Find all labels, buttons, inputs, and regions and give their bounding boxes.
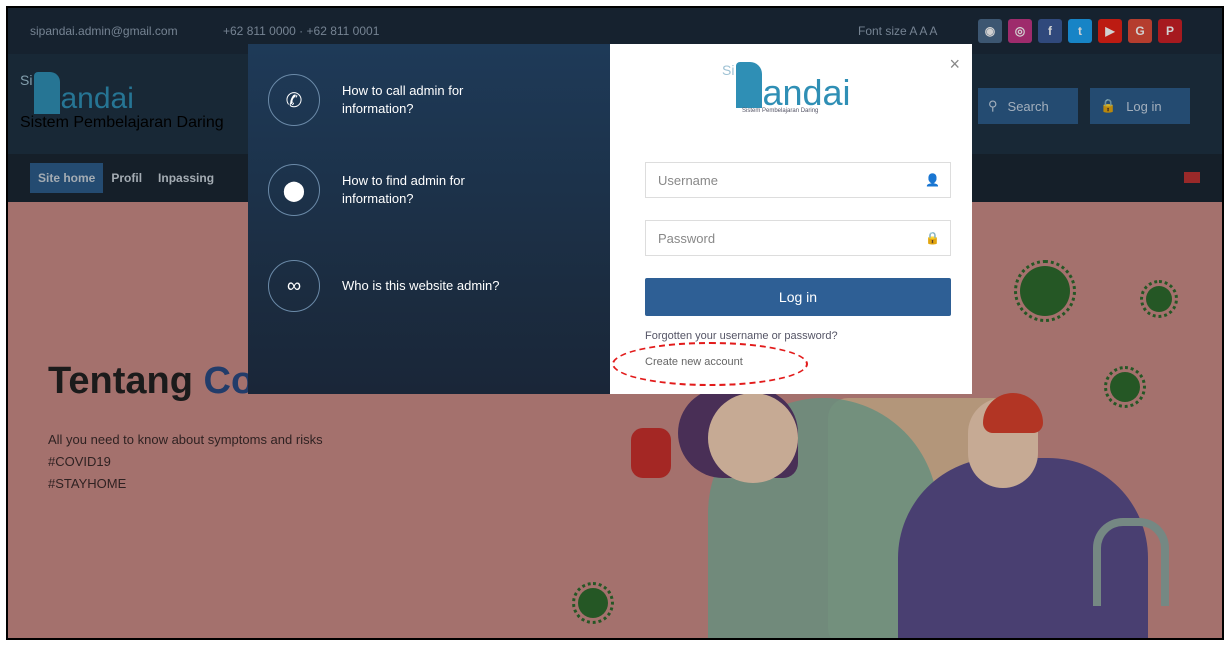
link-icon: ∞ xyxy=(268,260,320,312)
forgot-password-link[interactable]: Forgotten your username or password? xyxy=(645,330,838,342)
password-input[interactable] xyxy=(656,229,926,247)
info-who-admin[interactable]: ∞ Who is this website admin? xyxy=(268,260,512,312)
highlight-ring xyxy=(612,342,808,386)
login-modal-form-panel: × Si andai Sistem Pembelajaran Daring 👤 … xyxy=(610,44,972,394)
username-input[interactable] xyxy=(656,171,926,189)
modal-logo-word: andai xyxy=(762,72,851,113)
modal-logo: Si andai Sistem Pembelajaran Daring xyxy=(722,62,851,114)
close-icon[interactable]: × xyxy=(949,54,960,75)
lock-icon: 🔒 xyxy=(925,231,940,245)
username-field[interactable]: 👤 xyxy=(645,162,951,198)
location-pin-icon: ⬤ xyxy=(268,164,320,216)
info-find-admin[interactable]: ⬤ How to find admin for information? xyxy=(268,164,512,216)
login-button[interactable]: Log in xyxy=(645,278,951,316)
info-call-admin-text: How to call admin for information? xyxy=(342,83,464,116)
modal-logo-si: Si xyxy=(722,62,735,78)
user-icon: 👤 xyxy=(925,173,940,187)
password-field[interactable]: 🔒 xyxy=(645,220,951,256)
login-modal-info-panel: ✆ How to call admin for information? ⬤ H… xyxy=(248,44,610,394)
browser-viewport: sipandai.admin@gmail.com +62 811 0000 · … xyxy=(6,6,1224,640)
modal-logo-p-shape xyxy=(736,62,763,108)
info-find-admin-text: How to find admin for information? xyxy=(342,173,465,206)
phone-icon: ✆ xyxy=(268,74,320,126)
info-call-admin[interactable]: ✆ How to call admin for information? xyxy=(268,74,512,126)
info-who-admin-text: Who is this website admin? xyxy=(342,278,500,293)
